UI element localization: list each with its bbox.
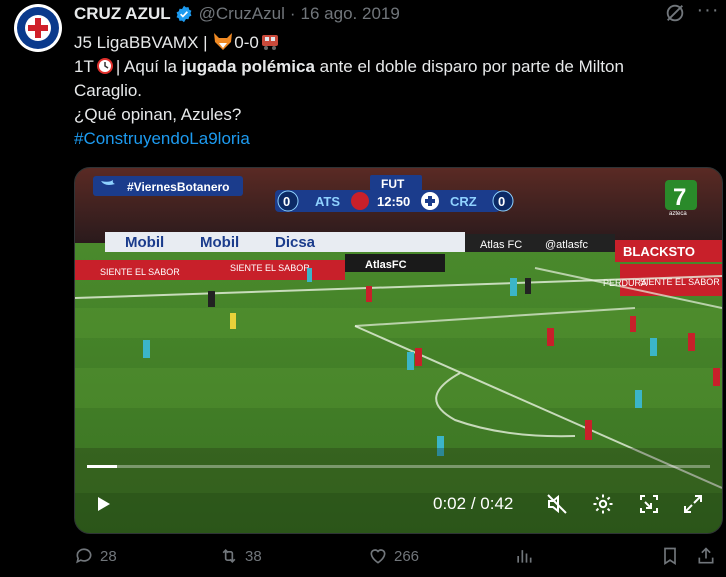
time-current: 0:02 [433,494,467,513]
post-text-line-2: 1T | Aquí la jugada polémica ante el dobl… [74,55,706,79]
post-text-line-4: ¿Qué opinan, Azules? [74,105,242,124]
grok-icon[interactable] [664,2,686,24]
cruz-azul-crest-icon [17,7,59,49]
reply-count: 28 [100,547,117,565]
video-controls: 0:02 / 0:42 [75,484,722,524]
train-emoji-icon [261,35,278,50]
score-home: 0 [283,194,290,209]
reply-button[interactable]: 28 [74,546,117,566]
picture-in-picture-icon[interactable] [637,492,661,516]
video-progress-fill [87,465,117,468]
like-button[interactable]: 266 [368,546,419,566]
alarm-clock-emoji-icon [96,58,113,74]
score-text: 0-0 [234,33,259,52]
heart-icon [370,549,386,564]
reply-icon [76,548,92,564]
repost-count: 38 [245,547,262,565]
bookmark-icon [664,547,676,566]
post-text-fragment: | Aquí la [115,57,182,76]
post-header: CRUZ AZUL @CruzAzul · 16 ago. 2019 [74,3,686,25]
post-actions: 28 38 266 [74,546,716,574]
hashtag-banner-text: #ViernesBotanero [127,180,230,194]
fox-emoji-icon [214,33,233,50]
share-icon [698,547,714,564]
play-icon[interactable] [93,494,113,514]
score-away: 0 [498,194,505,209]
views-icon [517,550,532,563]
time-total: 0:42 [480,494,514,513]
time-separator: / [466,494,481,513]
atlas-crest-icon [351,192,369,210]
fullscreen-icon[interactable] [681,492,705,516]
repost-button[interactable]: 38 [219,546,262,566]
ad-text: BLACKSTO [623,244,695,259]
scorebug-label: FUT [381,177,405,191]
post-text: J5 LigaBBVAMX | 0-0 1T | Aquí la jugada p… [74,31,706,151]
author-handle[interactable]: @CruzAzul [199,4,285,24]
mute-icon[interactable] [545,492,569,516]
post-text-bold: jugada polémica [181,57,315,76]
channel-number: 7 [673,184,686,211]
separator: · [289,4,296,23]
league-label: J5 LigaBBVAMX | [74,33,213,52]
bookmark-button[interactable] [660,546,686,566]
ad-text: Mobil [200,234,239,251]
share-button[interactable] [696,546,722,566]
video-player[interactable]: Mobil Mobil Dicsa Atlas FC @atlasfc BLAC… [74,167,723,534]
ad-text: Dicsa [275,234,316,251]
like-count: 266 [394,547,420,565]
video-frame: Mobil Mobil Dicsa Atlas FC @atlasfc BLAC… [75,168,722,533]
ad-text: SIENTE EL SABOR [100,267,180,277]
half-label: 1T [74,57,94,76]
avatar[interactable] [14,4,62,52]
team-home: ATS [315,194,340,209]
ad-text: Mobil [125,234,164,251]
author-name[interactable]: CRUZ AZUL [74,4,171,24]
ad-text: SIENTE EL SABOR [230,263,310,273]
ad-text: @atlasfc [545,239,588,251]
views-button[interactable] [514,546,540,566]
video-time: 0:02 / 0:42 [433,494,513,514]
settings-gear-icon[interactable] [591,492,615,516]
video-progress-bar[interactable] [87,465,710,468]
verified-badge-icon [176,5,192,23]
post-text-line-3: Caraglio. [74,81,143,100]
post-text-fragment: ante el doble disparo por parte de Milto… [314,57,624,76]
channel-name: azteca [669,211,687,217]
post-text-line-1: J5 LigaBBVAMX | 0-0 [74,31,706,55]
repost-icon [222,548,236,564]
ad-text: Atlas FC [480,239,522,251]
ad-text: AtlasFC [365,259,407,271]
more-options-icon[interactable]: ··· [696,0,720,24]
team-away: CRZ [450,194,477,209]
post-date[interactable]: 16 ago. 2019 [301,4,400,24]
match-clock: 12:50 [377,194,410,209]
hashtag-link[interactable]: #ConstruyendoLa9loria [74,127,706,151]
